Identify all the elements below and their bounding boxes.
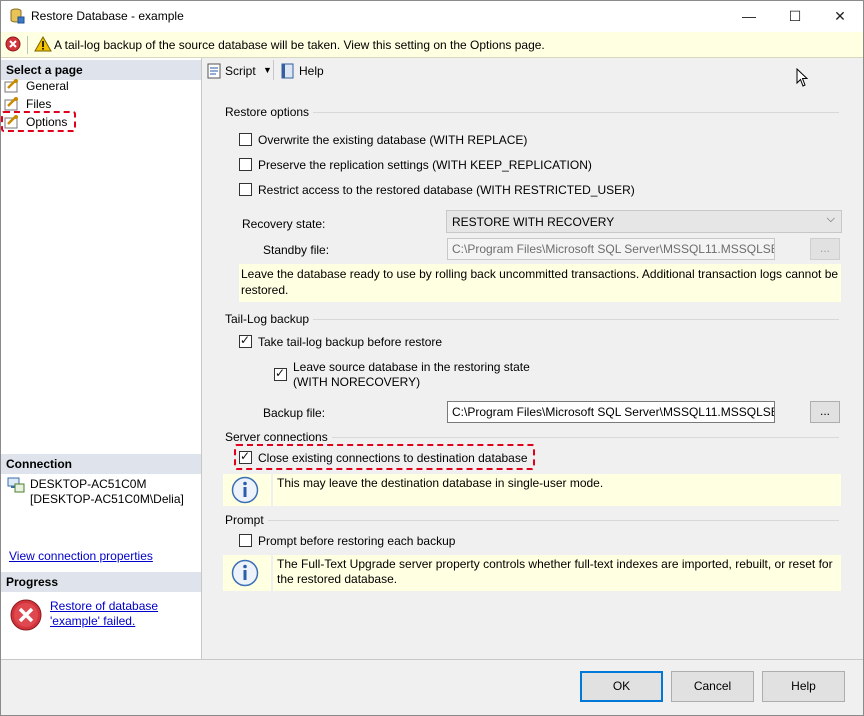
- prompt-info-text: The Full-Text Upgrade server property co…: [277, 557, 833, 586]
- prompt-line: [227, 520, 839, 521]
- preserve-replication-checkbox[interactable]: [239, 158, 252, 171]
- select-page-header: Select a page: [1, 60, 201, 80]
- title-bar: Restore Database - example — ☐ ✕: [1, 1, 863, 32]
- standby-file-browse-button: ...: [810, 238, 840, 260]
- chevron-down-icon: ⌵: [826, 213, 835, 225]
- backup-file-field[interactable]: C:\Program Files\Microsoft SQL Server\MS…: [447, 401, 775, 423]
- backup-file-browse-button[interactable]: ...: [810, 401, 840, 423]
- ok-button[interactable]: OK: [580, 671, 663, 702]
- toolbar-separator: [273, 60, 274, 80]
- options-highlight: [1, 111, 76, 132]
- restore-options-group-label: Restore options: [225, 105, 314, 119]
- leave-restoring-label-line1: Leave source database in the restoring s…: [293, 360, 530, 374]
- info-icon: [231, 559, 259, 587]
- script-button[interactable]: Script ▼: [205, 61, 272, 81]
- info-divider: [271, 555, 273, 591]
- tail-log-line: [227, 319, 839, 320]
- help-toolbar-label: Help: [299, 64, 324, 78]
- connection-server: DESKTOP-AC51C0M: [30, 477, 147, 491]
- server-connection-icon: [7, 477, 25, 493]
- restrict-access-checkbox[interactable]: [239, 183, 252, 196]
- restrict-access-label: Restrict access to the restored database…: [258, 183, 635, 197]
- server-connections-info-text: This may leave the destination database …: [277, 476, 604, 490]
- progress-header: Progress: [1, 572, 201, 592]
- restore-options-line: [227, 112, 839, 113]
- progress-failed-link-line2[interactable]: 'example' failed.: [50, 614, 135, 628]
- chevron-down-icon: ▼: [263, 65, 272, 75]
- progress-failed-link-line1[interactable]: Restore of database: [50, 599, 158, 613]
- database-restore-icon: [10, 8, 25, 24]
- take-tail-log-checkbox[interactable]: [239, 333, 252, 348]
- warning-icon: [34, 36, 52, 52]
- error-icon: [10, 599, 42, 631]
- help-toolbar-button[interactable]: Help: [279, 61, 327, 81]
- close-button[interactable]: ✕: [817, 1, 863, 32]
- page-item-label: Files: [26, 97, 52, 111]
- page-item-general[interactable]: General: [4, 78, 94, 96]
- view-connection-properties-link[interactable]: View connection properties: [9, 549, 153, 563]
- script-label: Script: [225, 64, 256, 78]
- tail-log-group-label: Tail-Log backup: [225, 312, 314, 326]
- standby-file-label: Standby file:: [263, 243, 330, 257]
- recovery-state-label: Recovery state:: [242, 217, 326, 231]
- left-pane: Select a page General Files Options Conn…: [1, 58, 202, 659]
- wrench-page-icon: [4, 97, 18, 111]
- window-title: Restore Database - example: [31, 9, 184, 23]
- connection-header: Connection: [1, 454, 201, 474]
- warning-bar: A tail-log backup of the source database…: [1, 32, 863, 58]
- info-divider: [271, 474, 273, 506]
- recovery-state-dropdown[interactable]: RESTORE WITH RECOVERY ⌵: [446, 210, 842, 233]
- main-pane: Script ▼ Help Restore options Overwrite …: [203, 58, 863, 659]
- warning-separator: [27, 36, 28, 54]
- preserve-replication-label: Preserve the replication settings (WITH …: [258, 158, 592, 172]
- close-icon: ✕: [834, 8, 846, 24]
- recovery-state-value: RESTORE WITH RECOVERY: [452, 215, 615, 229]
- leave-restoring-checkbox[interactable]: [274, 366, 287, 381]
- close-connections-highlight: [234, 444, 535, 470]
- prompt-before-restore-label: Prompt before restoring each backup: [258, 534, 456, 548]
- standby-file-field: C:\Program Files\Microsoft SQL Server\MS…: [447, 238, 775, 260]
- prompt-before-restore-checkbox[interactable]: [239, 534, 252, 547]
- script-icon: [207, 63, 221, 79]
- toolbar: Script ▼ Help: [203, 58, 863, 87]
- page-item-label: General: [26, 79, 69, 93]
- minimize-button[interactable]: —: [726, 1, 772, 32]
- maximize-icon: ☐: [788, 8, 802, 24]
- recovery-info-text: Leave the database ready to use by rolli…: [241, 267, 839, 297]
- recovery-info-box: Leave the database ready to use by rolli…: [239, 264, 841, 302]
- info-icon: [231, 476, 259, 504]
- take-tail-log-label: Take tail-log backup before restore: [258, 335, 443, 349]
- overwrite-checkbox[interactable]: [239, 133, 252, 146]
- backup-file-label: Backup file:: [263, 406, 326, 420]
- mouse-cursor-icon: [796, 68, 809, 87]
- dialog-footer: OK Cancel Help: [1, 659, 863, 715]
- minimize-icon: —: [742, 8, 756, 24]
- connection-user: [DESKTOP-AC51C0M\Delia]: [30, 492, 184, 506]
- overwrite-label: Overwrite the existing database (WITH RE…: [258, 133, 528, 147]
- help-button[interactable]: Help: [762, 671, 845, 702]
- server-connections-group-label: Server connections: [225, 430, 332, 444]
- wrench-page-icon: [4, 79, 18, 93]
- leave-restoring-label-line2: (WITH NORECOVERY): [293, 375, 421, 389]
- warning-message: A tail-log backup of the source database…: [54, 38, 545, 52]
- error-icon: [5, 36, 21, 52]
- help-book-icon: [281, 63, 294, 79]
- restore-database-dialog: Restore Database - example — ☐ ✕ A tail-…: [0, 0, 864, 716]
- prompt-group-label: Prompt: [225, 513, 268, 527]
- cancel-button[interactable]: Cancel: [671, 671, 754, 702]
- maximize-button[interactable]: ☐: [772, 1, 818, 32]
